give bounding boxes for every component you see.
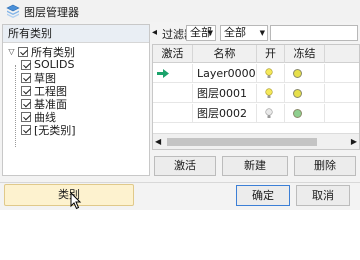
chevron-down-icon[interactable]: ▽ [7,47,16,56]
tree-item-all[interactable]: ▽ 所有类别 [7,45,75,59]
frozen-cell[interactable] [285,104,325,123]
filter-bar: ◂ 过滤器 全部 ▼ 全部 ▼ [152,24,360,42]
on-cell[interactable] [257,84,285,103]
category-panel: 所有类别 ▽ 所有类别 SOLIDS 草图 工程图 基准面 曲线 [无类别] [2,24,150,176]
collapse-left-icon[interactable]: ◂ [152,26,160,40]
checkbox-solids[interactable] [21,59,31,70]
checkbox-curve[interactable] [21,111,31,122]
category-button[interactable]: 类别 [4,184,134,206]
layer-manager-dialog: 所有类别 ▽ 所有类别 SOLIDS 草图 工程图 基准面 曲线 [无类别] 类… [0,22,360,260]
column-header-frozen[interactable]: 冻结 [285,45,325,63]
layer-manager-icon [6,4,20,18]
layer-name-cell[interactable]: Layer0000 [193,64,257,83]
tree-item-no-category[interactable]: [无类别] [21,123,76,137]
mouse-cursor-icon [70,192,82,210]
layer-name-cell[interactable]: 图层0002 [193,104,257,123]
ok-button[interactable]: 确定 [236,185,290,206]
category-panel-header: 所有类别 [3,25,149,43]
horizontal-scrollbar[interactable]: ◀ ▶ [153,133,359,149]
scroll-left-icon[interactable]: ◀ [155,137,161,146]
background-area [0,210,360,260]
new-layer-button[interactable]: 新建 [222,156,288,176]
checkbox-datum-plane[interactable] [21,98,31,109]
on-cell[interactable] [257,64,285,83]
active-cell[interactable] [153,104,193,123]
checkbox-sketch[interactable] [21,72,31,83]
layer-color-icon[interactable] [293,69,302,78]
filter-select-2[interactable]: 全部 ▼ [220,25,268,41]
lightbulb-on-icon[interactable] [265,88,273,99]
activate-button[interactable]: 激活 [154,156,216,176]
filter-select-1[interactable]: 全部 ▼ [186,25,216,41]
category-tree: ▽ 所有类别 SOLIDS 草图 工程图 基准面 曲线 [无类别] [3,43,149,175]
table-row[interactable]: 图层0002 [153,104,359,123]
window-title: 图层管理器 [24,6,79,19]
lightbulb-on-icon[interactable] [265,68,273,79]
cancel-button[interactable]: 取消 [296,185,350,206]
scroll-right-icon[interactable]: ▶ [351,137,357,146]
checkbox-all[interactable] [18,46,28,57]
active-arrow-icon [157,69,169,78]
layer-name-cell[interactable]: 图层0001 [193,84,257,103]
checkbox-drawing[interactable] [21,85,31,96]
lightbulb-off-icon[interactable] [265,108,273,119]
column-header-name[interactable]: 名称 [193,45,257,63]
dropdown-arrow-icon: ▼ [259,29,265,37]
active-cell[interactable] [153,84,193,103]
layer-grid: 激活 名称 开 冻结 Layer0000 图层0001 图层0002 ◀ ▶ [152,44,360,150]
checkbox-no-category[interactable] [21,124,31,135]
tree-connector [15,65,16,147]
column-header-on[interactable]: 开 [257,45,285,63]
divider [0,182,360,183]
frozen-cell[interactable] [285,84,325,103]
active-cell[interactable] [153,64,193,83]
scrollbar-thumb[interactable] [167,138,317,146]
layer-color-icon[interactable] [293,109,302,118]
title-bar: 图层管理器 [0,0,360,22]
grid-header: 激活 名称 开 冻结 [153,45,359,63]
table-row[interactable]: Layer0000 [153,64,359,83]
layer-color-icon[interactable] [293,89,302,98]
frozen-cell[interactable] [285,64,325,83]
table-row[interactable]: 图层0001 [153,84,359,103]
column-header-active[interactable]: 激活 [153,45,193,63]
delete-button[interactable]: 删除 [294,156,356,176]
tree-item-label: [无类别] [34,123,76,137]
on-cell[interactable] [257,104,285,123]
filter-text-input[interactable] [270,25,358,41]
dropdown-arrow-icon: ▼ [207,29,213,37]
